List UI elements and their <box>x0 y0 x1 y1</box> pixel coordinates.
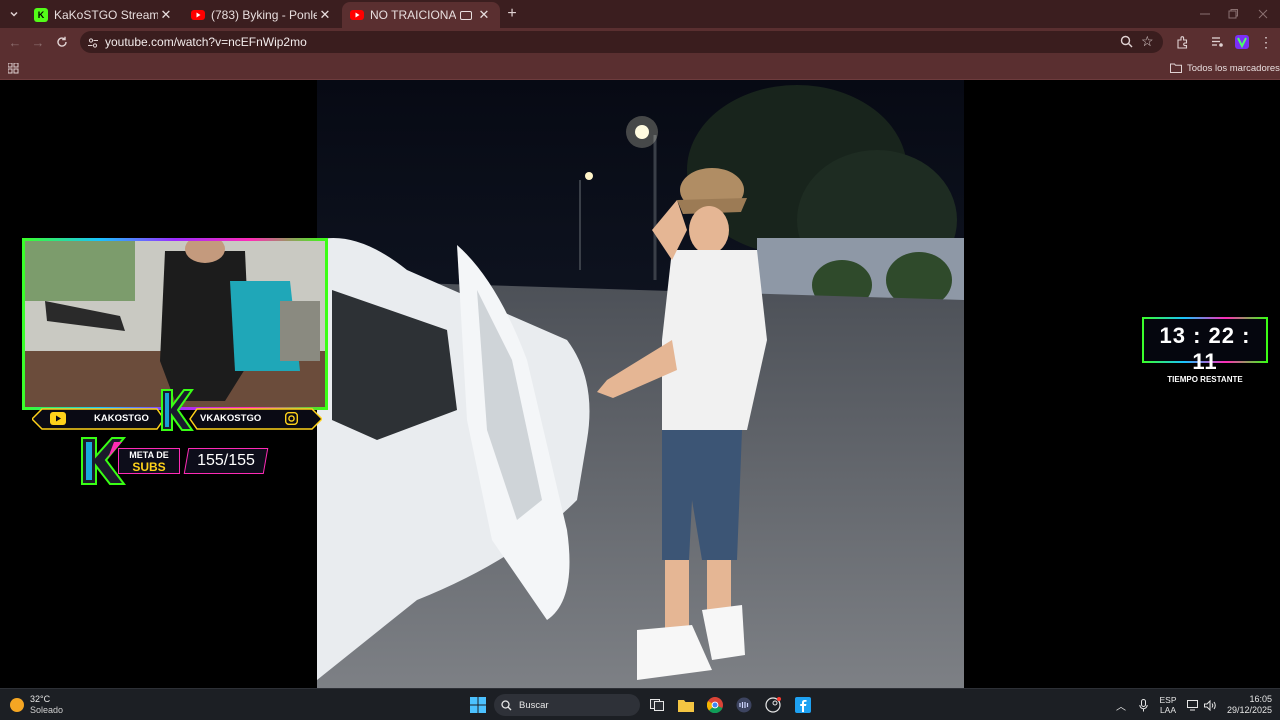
sun-icon <box>10 698 24 712</box>
sub-goal-label-box: META DE SUBS <box>118 448 180 474</box>
webcam-overlay <box>22 238 328 410</box>
reload-button[interactable] <box>53 33 71 51</box>
task-view-icon[interactable] <box>648 695 666 715</box>
sub-goal-value: 155/155 <box>197 452 255 469</box>
social-left-handle: KAKOSTGO <box>94 413 149 424</box>
file-explorer-icon[interactable] <box>677 695 695 715</box>
timer-hours: 13 <box>1159 323 1186 348</box>
tab-title: NO TRAICIONAMOS - JAIR <box>370 8 456 22</box>
more-menu-icon[interactable]: ⋮ <box>1257 33 1275 51</box>
night-car-scene <box>317 80 964 688</box>
video-player[interactable]: KAKOSTGO VKAKOSTGO META DE SUBS 155/155 … <box>0 80 1280 688</box>
tab-search-chevron-icon[interactable] <box>5 5 23 23</box>
apps-grid-icon[interactable] <box>7 61 19 79</box>
sub-goal-value-box: 155/155 <box>183 448 269 474</box>
kick-icon: K <box>34 8 48 22</box>
windows-logo-icon <box>470 697 486 713</box>
taskbar-search[interactable]: Buscar <box>494 694 640 716</box>
new-tab-button[interactable]: + <box>503 5 521 23</box>
webcam-feed <box>25 241 325 407</box>
clock-time: 16:05 <box>1249 694 1272 704</box>
weather-temp: 32°C <box>30 694 51 704</box>
bookmark-star-icon[interactable]: ☆ <box>1141 33 1154 50</box>
app-icon[interactable] <box>735 695 753 715</box>
tab-strip: K KaKoSTGO Stream - Watch Live ✕ (783) B… <box>0 0 1280 28</box>
url-text[interactable]: youtube.com/watch?v=ncEFnWip2mo <box>105 35 307 49</box>
lang-top: ESP <box>1159 695 1177 705</box>
close-tab-icon[interactable]: ✕ <box>476 7 492 23</box>
site-info-icon[interactable] <box>87 36 99 54</box>
back-button[interactable]: ← <box>6 33 24 51</box>
chrome-icon[interactable] <box>706 695 724 715</box>
clock-date: 29/12/2025 <box>1226 705 1272 715</box>
sub-goal-widget: META DE SUBS 155/155 <box>78 436 269 486</box>
minimize-button[interactable] <box>1196 5 1214 23</box>
start-button[interactable] <box>468 695 488 715</box>
clock[interactable]: 16:05 29/12/2025 <box>1222 694 1272 715</box>
youtube-icon <box>350 8 364 22</box>
tab-kakostgo[interactable]: K KaKoSTGO Stream - Watch Live ✕ <box>26 2 182 28</box>
address-bar[interactable]: youtube.com/watch?v=ncEFnWip2mo ☆ <box>80 31 1163 53</box>
show-hidden-icons-chevron-icon[interactable]: ︿ <box>1114 695 1128 715</box>
timer-digits: 13 : 22 : 11 <box>1159 323 1251 374</box>
all-bookmarks-button[interactable]: Todos los marcadores <box>1170 59 1280 77</box>
close-window-button[interactable] <box>1254 5 1272 23</box>
extensions-icon[interactable] <box>1173 33 1191 51</box>
timer-minutes: 22 <box>1208 323 1236 348</box>
youtube-icon <box>191 8 205 22</box>
windows-taskbar: 32°C Soleado Buscar ︿ ESP LAA 16:05 29/1… <box>0 688 1280 720</box>
profile-avatar[interactable] <box>1233 33 1251 51</box>
lang-bottom: LAA <box>1159 705 1177 715</box>
close-tab-icon[interactable]: ✕ <box>317 7 333 23</box>
search-label: Buscar <box>519 699 549 711</box>
countdown-timer: 13 : 22 : 11 TIEMPO RESTANTE <box>1142 317 1268 384</box>
sub-goal-label-bottom: SUBS <box>132 460 166 474</box>
kakostgo-logo-icon <box>161 389 194 431</box>
close-tab-icon[interactable]: ✕ <box>158 7 174 23</box>
language-indicator[interactable]: ESP LAA <box>1156 695 1180 715</box>
tab-no-traicionamos[interactable]: NO TRAICIONAMOS - JAIR ✕ <box>342 2 500 28</box>
media-playing-icon <box>460 10 472 20</box>
search-icon <box>501 699 512 710</box>
zoom-icon[interactable] <box>1120 35 1133 53</box>
weather-desc: Soleado <box>30 705 64 715</box>
tab-title: KaKoSTGO Stream - Watch Live <box>54 8 158 22</box>
weather-widget[interactable]: 32°C Soleado <box>10 694 80 715</box>
network-icon[interactable] <box>1186 695 1200 715</box>
social-right-handle: VKAKOSTGO <box>200 413 262 424</box>
bookmarks-bar: Todos los marcadores <box>0 56 1280 80</box>
tab-title: (783) Byking - Ponle Musica Of <box>211 8 317 22</box>
volume-icon[interactable] <box>1203 695 1217 715</box>
browser-toolbar: ← → youtube.com/watch?v=ncEFnWip2mo ☆ ⋮ <box>0 28 1280 56</box>
video-frame-photo <box>317 80 964 688</box>
timer-seconds: 11 <box>1192 349 1218 374</box>
youtube-icon <box>50 412 66 430</box>
folder-icon <box>1170 63 1182 73</box>
steam-icon[interactable] <box>764 695 782 715</box>
media-control-icon[interactable] <box>1208 33 1226 51</box>
facebook-icon[interactable] <box>794 695 812 715</box>
tab-byking[interactable]: (783) Byking - Ponle Musica Of ✕ <box>183 2 341 28</box>
forward-button[interactable]: → <box>29 33 47 51</box>
timer-label: TIEMPO RESTANTE <box>1167 375 1243 384</box>
instagram-icon <box>284 411 299 430</box>
restore-button[interactable] <box>1224 5 1242 23</box>
microphone-icon[interactable] <box>1136 695 1150 715</box>
all-bookmarks-label: Todos los marcadores <box>1187 62 1280 74</box>
